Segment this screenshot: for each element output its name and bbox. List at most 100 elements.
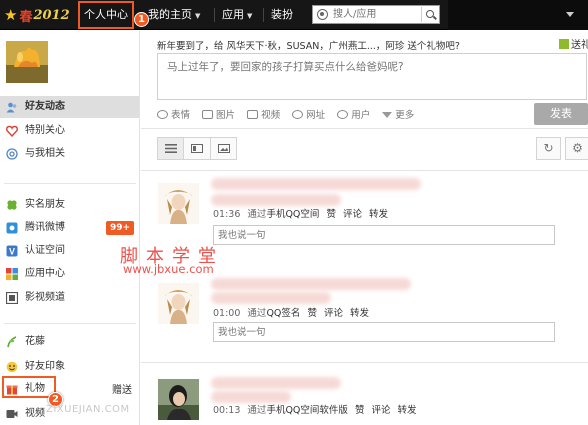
- friends-feed-icon: [6, 102, 17, 113]
- feed-meta: 00:13 通过手机QQ空间软件版 赞 评论 转发: [213, 402, 417, 416]
- comment-link[interactable]: 评论: [343, 209, 362, 220]
- tool-link[interactable]: 网址: [292, 107, 325, 121]
- sidebar-item-related-to-me[interactable]: 与我相关: [0, 143, 139, 165]
- feed-via: 通过: [247, 405, 267, 416]
- list-view-button[interactable]: [158, 138, 185, 159]
- sidebar-item-real-name-friends[interactable]: 实名朋友: [0, 194, 139, 216]
- sidebar-item-flower-vine[interactable]: 花藤: [0, 331, 139, 353]
- reply-box: [213, 322, 555, 342]
- forward-link[interactable]: 转发: [369, 209, 388, 220]
- feed-avatar[interactable]: [158, 183, 199, 224]
- image-icon: [202, 110, 214, 119]
- publish-button[interactable]: 发表: [534, 103, 588, 125]
- sidebar-item-verified-space[interactable]: V 认证空间: [0, 240, 139, 262]
- feed-source-link[interactable]: 手机QQ空间软件版: [266, 405, 347, 416]
- nav-dress-up[interactable]: 装扮: [271, 0, 293, 30]
- feed-source-link[interactable]: 手机QQ空间: [266, 209, 319, 220]
- link-icon: [292, 110, 304, 119]
- chevron-down-icon[interactable]: [566, 12, 574, 17]
- feed-avatar[interactable]: [158, 283, 199, 324]
- tool-label: 图片: [216, 110, 236, 121]
- feed-settings-button[interactable]: ⚙: [565, 137, 588, 160]
- tool-label: 更多: [395, 110, 415, 121]
- feed-time: 00:13: [213, 405, 241, 416]
- sidebar-item-friends-feed[interactable]: 好友动态: [0, 96, 139, 118]
- tool-video[interactable]: 视频: [247, 107, 280, 121]
- smile-face-icon: [6, 361, 18, 373]
- tool-mention-user[interactable]: 用户: [337, 107, 370, 121]
- card-view-icon: [191, 144, 204, 153]
- avatar-image: [6, 41, 48, 83]
- forward-link[interactable]: 转发: [350, 308, 369, 319]
- sidebar-item-film-channel[interactable]: 影视频道: [0, 287, 139, 309]
- more-icon: [382, 112, 393, 118]
- sidebar-item-label: 实名朋友: [25, 199, 65, 210]
- comment-link[interactable]: 评论: [371, 405, 390, 416]
- refresh-button[interactable]: ↻: [536, 137, 561, 160]
- send-gift-button[interactable]: 送礼: [559, 36, 588, 51]
- feed-view-switcher: [157, 137, 237, 160]
- blurred-feed-text: [211, 278, 411, 290]
- search-icon[interactable]: [421, 7, 437, 22]
- sidebar-item-friend-impressions[interactable]: 好友印象: [0, 356, 139, 378]
- avatar-image: [158, 379, 199, 420]
- section-divider: [141, 128, 588, 129]
- nav-personal-center[interactable]: 个人中心: [78, 1, 134, 29]
- sidebar-item-special-care[interactable]: 特别关心: [0, 120, 139, 142]
- nav-my-homepage[interactable]: 我的主页 ▼: [148, 0, 200, 30]
- feed-time: 01:36: [213, 209, 241, 220]
- search-input[interactable]: [333, 7, 423, 22]
- like-link[interactable]: 赞: [307, 308, 317, 319]
- avatar-image: [158, 183, 199, 224]
- feed-time: 01:00: [213, 308, 241, 319]
- tool-more[interactable]: 更多: [382, 107, 414, 121]
- tool-label: 视频: [261, 110, 281, 121]
- sidebar-item-label: 认证空间: [25, 245, 65, 256]
- send-gift-link[interactable]: 赠送: [112, 381, 132, 396]
- qzone-logo[interactable]: ★ 春 2012: [4, 4, 70, 26]
- section-divider: [141, 362, 588, 363]
- reply-input[interactable]: [214, 323, 554, 341]
- app-grid-icon: [6, 268, 18, 280]
- nav-apps[interactable]: 应用 ▼: [222, 0, 252, 30]
- at-icon: [6, 148, 18, 160]
- status-composer: [157, 53, 587, 100]
- like-link[interactable]: 赞: [326, 209, 336, 220]
- nav-apps-label: 应用: [222, 8, 244, 21]
- status-input[interactable]: [158, 54, 586, 99]
- nav-dress-up-label: 装扮: [271, 8, 293, 21]
- gift-icon: [559, 39, 569, 49]
- watermark-gray: ZIXUEJIAN.COM: [46, 404, 130, 415]
- logo-year: 2012: [33, 7, 70, 23]
- tool-label: 表情: [171, 110, 191, 121]
- svg-text:V: V: [9, 247, 15, 257]
- top-right-account-area[interactable]: [448, 0, 588, 30]
- feed-meta: 01:36 通过手机QQ空间 赞 评论 转发: [213, 206, 388, 220]
- chevron-down-icon: ▼: [195, 12, 201, 20]
- comment-link[interactable]: 评论: [324, 308, 343, 319]
- feed-via: 通过: [247, 209, 267, 220]
- card-view-button[interactable]: [184, 138, 211, 159]
- reply-input[interactable]: [214, 226, 554, 244]
- feed-source-link[interactable]: QQ签名: [266, 308, 300, 319]
- watermark-url: www.jbxue.com: [123, 262, 214, 276]
- forward-link[interactable]: 转发: [398, 405, 417, 416]
- gift-highlight-box: [2, 376, 56, 398]
- like-link[interactable]: 赞: [355, 405, 365, 416]
- sidebar-item-app-center[interactable]: 应用中心: [0, 263, 139, 285]
- sidebar-item-label: 特别关心: [25, 125, 65, 136]
- tool-image[interactable]: 图片: [202, 107, 235, 121]
- at-user-icon: [337, 110, 349, 119]
- avatar[interactable]: [6, 41, 48, 83]
- heart-icon: [6, 125, 18, 137]
- gift-reminder-notice: 新年要到了，给 风华天下·秋，SUSAN，广州燕工...，阿珍 送个礼物吧?: [157, 41, 460, 52]
- feed-avatar[interactable]: [158, 379, 199, 420]
- sidebar-item-tencent-weibo[interactable]: 腾讯微博 99+: [0, 217, 139, 239]
- video-icon: [6, 410, 18, 418]
- tool-label: 用户: [351, 110, 371, 121]
- tool-emoji[interactable]: 表情: [157, 107, 190, 121]
- verified-icon: V: [6, 245, 18, 257]
- photo-view-button[interactable]: [210, 138, 236, 159]
- sidebar-item-label: 应用中心: [25, 268, 65, 279]
- sidebar-item-label: 与我相关: [25, 148, 65, 159]
